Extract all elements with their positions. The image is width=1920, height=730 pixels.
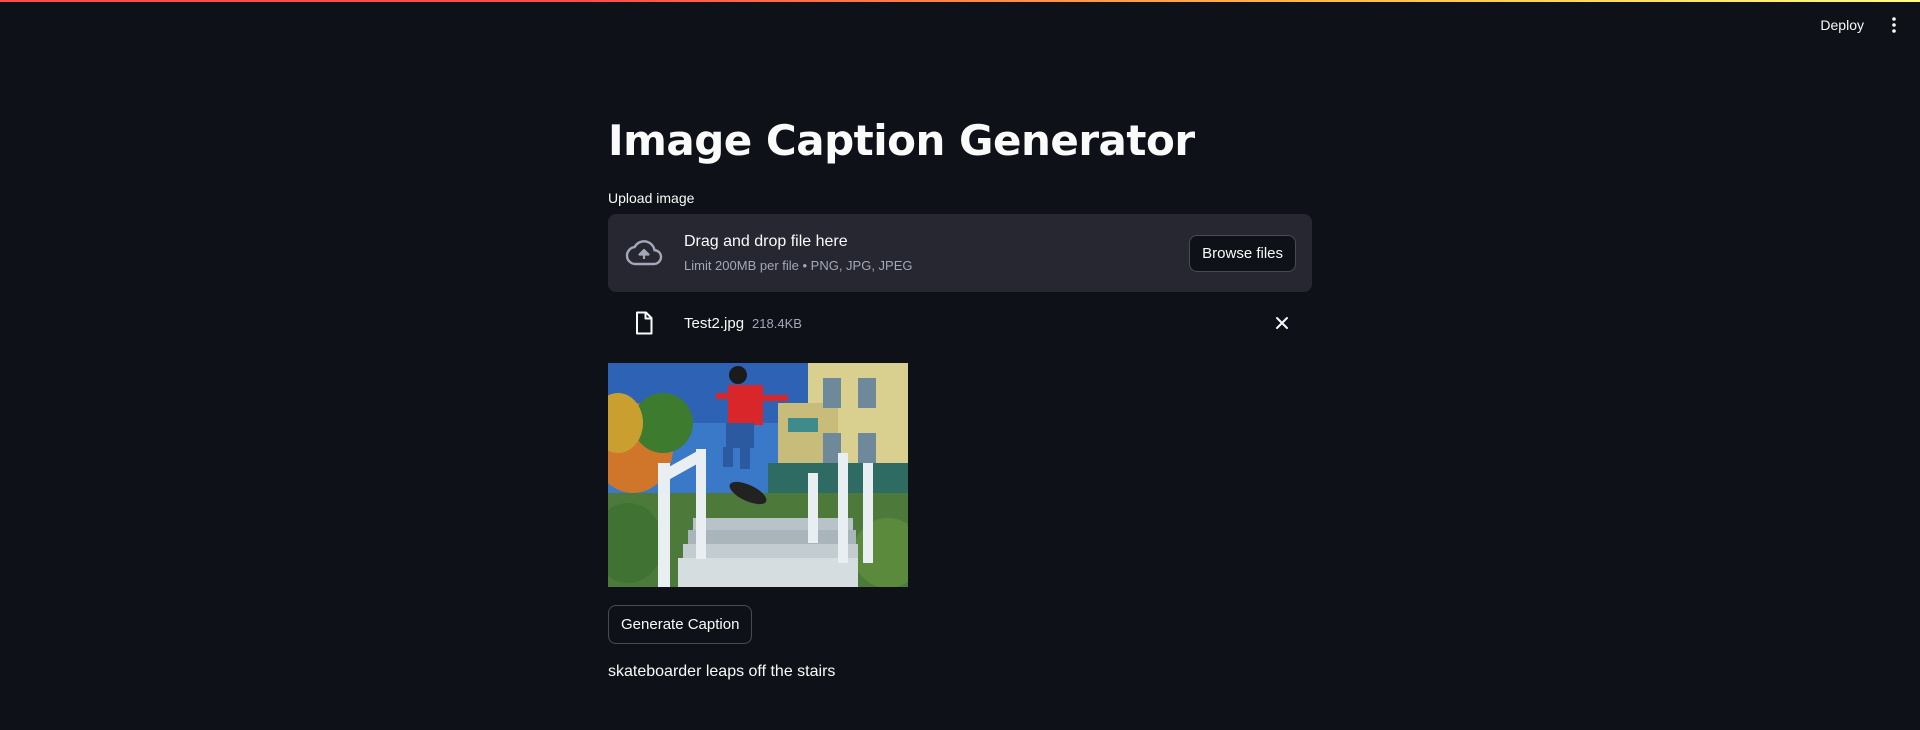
browse-files-button[interactable]: Browse files bbox=[1189, 234, 1296, 272]
generate-caption-button[interactable]: Generate Caption bbox=[608, 605, 753, 644]
file-dropzone[interactable]: Drag and drop file here Limit 200MB per … bbox=[608, 214, 1312, 292]
uploaded-file-row: Test2.jpg 218.4KB bbox=[608, 306, 1312, 340]
uploaded-file-name: Test2.jpg bbox=[684, 314, 745, 332]
page-title: Image Caption Generator bbox=[608, 116, 1195, 165]
vertical-ellipsis-icon[interactable] bbox=[1880, 11, 1908, 39]
app-header: Deploy bbox=[0, 2, 1920, 48]
cloud-upload-icon bbox=[624, 233, 664, 273]
deploy-button[interactable]: Deploy bbox=[1810, 11, 1874, 39]
upload-label: Upload image bbox=[608, 190, 695, 206]
dropzone-limit-text: Limit 200MB per file • PNG, JPG, JPEG bbox=[684, 258, 913, 273]
close-icon[interactable] bbox=[1268, 309, 1296, 337]
generated-caption: skateboarder leaps off the stairs bbox=[608, 663, 836, 680]
file-icon bbox=[624, 311, 664, 335]
uploaded-file-size: 218.4KB bbox=[752, 315, 802, 331]
dropzone-text: Drag and drop file here Limit 200MB per … bbox=[684, 233, 1189, 273]
dropzone-title: Drag and drop file here bbox=[684, 233, 848, 250]
uploaded-image-preview bbox=[608, 363, 908, 587]
skateboarder-photo bbox=[608, 363, 908, 587]
